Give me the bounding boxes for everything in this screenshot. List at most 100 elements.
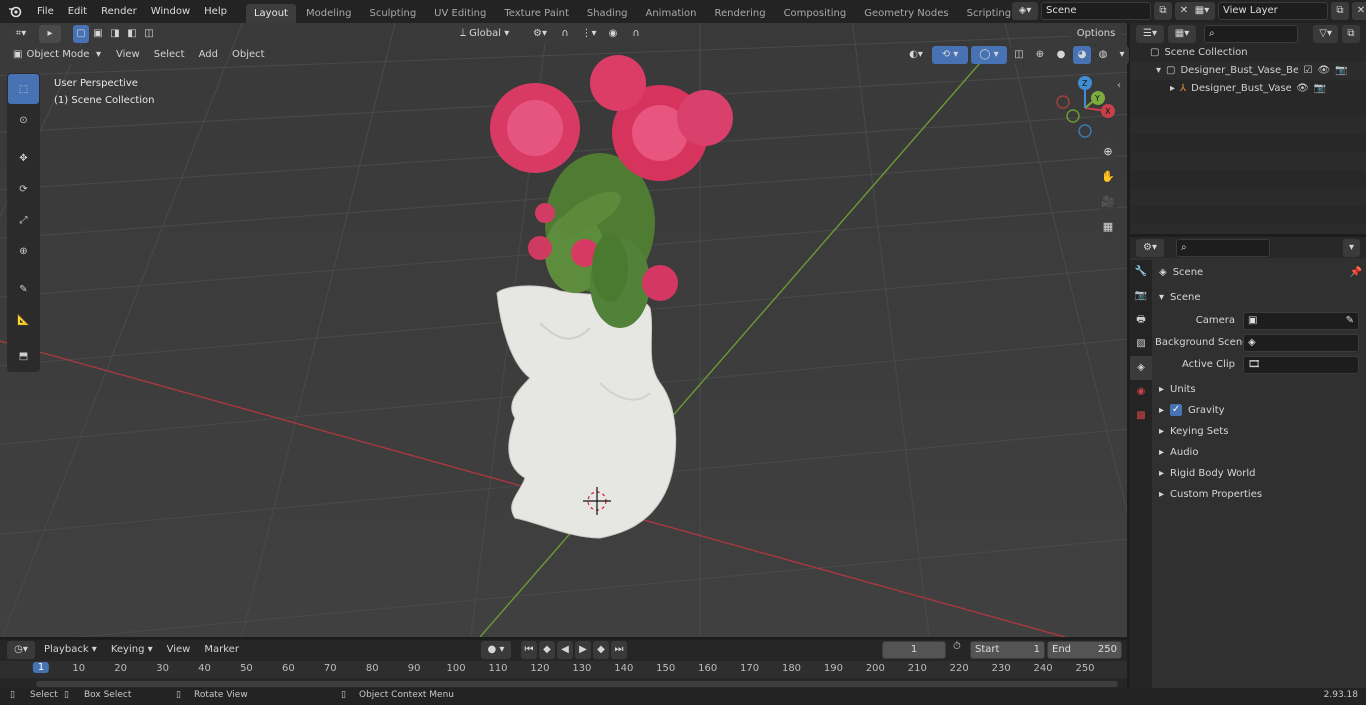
transform-tool-icon[interactable]: ⊕: [8, 236, 39, 266]
panel-rigid-body-world[interactable]: ▸ Rigid Body World: [1155, 463, 1362, 484]
render-tab-icon[interactable]: 📷: [1130, 284, 1152, 308]
menu-marker[interactable]: Marker: [199, 641, 244, 659]
play-reverse-icon[interactable]: ◀: [557, 641, 573, 659]
scale-tool-icon[interactable]: ⤢: [8, 205, 39, 235]
rendered-shading-icon[interactable]: ◍: [1094, 46, 1112, 64]
filter-icon[interactable]: ▽▾: [1313, 24, 1338, 43]
include-checkbox-icon[interactable]: ☑: [1303, 62, 1312, 80]
outliner-row-collection[interactable]: ▾▢ Designer_Bust_Vase_Beige_w ☑ 👁 📷: [1130, 62, 1366, 80]
rotate-tool-icon[interactable]: ⟳: [8, 174, 39, 204]
tab-layout[interactable]: Layout: [245, 3, 296, 23]
select-subtract-icon[interactable]: ◨: [107, 25, 123, 43]
render-camera-icon[interactable]: 📷: [1314, 80, 1326, 98]
scene-browse-icon[interactable]: ◈▾: [1012, 2, 1038, 20]
tab-scripting[interactable]: Scripting: [959, 4, 1019, 23]
sidebar-toggle-icon[interactable]: ‹: [1117, 80, 1121, 91]
end-frame-field[interactable]: End 250: [1047, 641, 1122, 659]
menu-timeline-view[interactable]: View: [162, 641, 196, 659]
menu-object[interactable]: Object: [227, 46, 270, 64]
scene-tab-icon[interactable]: ◈: [1130, 356, 1152, 380]
select-box-tool-icon[interactable]: ⬚: [8, 74, 39, 104]
properties-options-icon[interactable]: ▾: [1342, 238, 1360, 257]
pivot-point-icon[interactable]: ⚙▾: [527, 25, 553, 43]
menu-view[interactable]: View: [111, 46, 145, 64]
add-cube-tool-icon[interactable]: ⬒: [8, 341, 39, 371]
view-layer-name-field[interactable]: View Layer: [1218, 2, 1328, 20]
output-tab-icon[interactable]: 🖶: [1130, 308, 1152, 332]
measure-tool-icon[interactable]: 📐: [8, 305, 39, 335]
timeline-editor-type-icon[interactable]: ◷▾: [7, 641, 35, 659]
jump-start-icon[interactable]: ⏮: [521, 641, 537, 659]
scene-panel-header[interactable]: ▾ Scene: [1155, 287, 1362, 308]
object-mode-dropdown[interactable]: ▣ Object Mode ▾: [7, 46, 107, 64]
tab-compositing[interactable]: Compositing: [776, 4, 855, 23]
play-icon[interactable]: ▶: [575, 641, 591, 659]
select-tool-icon[interactable]: ▸: [39, 25, 61, 43]
transform-orientation-dropdown[interactable]: ⟘ Global ▾: [454, 25, 524, 43]
panel-units[interactable]: ▸ Units: [1155, 379, 1362, 400]
tab-animation[interactable]: Animation: [638, 4, 705, 23]
options-dropdown[interactable]: Options ▾: [1070, 25, 1122, 57]
current-frame-field[interactable]: 1: [882, 641, 946, 659]
menu-add[interactable]: Add: [194, 46, 223, 64]
menu-keying[interactable]: Keying ▾: [106, 641, 158, 659]
camera-view-icon[interactable]: 🎥: [1097, 190, 1119, 212]
snap-target-icon[interactable]: ⋮▾: [577, 25, 601, 43]
navigation-gizmo[interactable]: X Y Z: [1052, 75, 1122, 140]
xray-icon[interactable]: ◫: [1010, 46, 1028, 64]
menu-file[interactable]: File: [30, 1, 61, 23]
scene-name-field[interactable]: Scene: [1041, 2, 1151, 20]
outliner-root-row[interactable]: ▢ Scene Collection: [1130, 44, 1366, 62]
texture-tab-icon[interactable]: ▩: [1130, 404, 1152, 428]
panel-custom-properties[interactable]: ▸ Custom Properties: [1155, 484, 1362, 505]
falloff-icon[interactable]: ∩: [625, 25, 647, 43]
pan-hand-icon[interactable]: ✋: [1097, 165, 1119, 187]
editor-type-icon[interactable]: ⌗▾: [7, 25, 35, 43]
background-scene-field[interactable]: ◈: [1243, 333, 1359, 352]
tab-shading[interactable]: Shading: [579, 4, 636, 23]
view-layer-browse-icon[interactable]: ▦▾: [1189, 2, 1215, 20]
outliner-search-input[interactable]: ⌕: [1204, 24, 1298, 43]
proportional-edit-icon[interactable]: ◉: [604, 25, 622, 43]
overlay-toggle-icon[interactable]: ◯ ▾: [971, 46, 1007, 64]
start-frame-field[interactable]: Start 1: [970, 641, 1045, 659]
world-tab-icon[interactable]: ◉: [1130, 380, 1152, 404]
menu-help[interactable]: Help: [197, 1, 234, 23]
properties-search-input[interactable]: ⌕: [1176, 238, 1270, 257]
record-icon[interactable]: ● ▾: [481, 641, 511, 659]
shading-options-icon[interactable]: ▾: [1115, 46, 1129, 64]
visibility-icon[interactable]: ◐▾: [903, 46, 929, 64]
menu-render[interactable]: Render: [94, 1, 144, 23]
camera-field[interactable]: ▣ ✎: [1243, 311, 1359, 330]
move-tool-icon[interactable]: ✥: [8, 143, 39, 173]
cursor-tool-icon[interactable]: ⊙: [8, 105, 39, 135]
render-camera-icon[interactable]: 📷: [1335, 62, 1347, 80]
solid-shading-icon[interactable]: ●: [1052, 46, 1070, 64]
new-collection-icon[interactable]: ⧉: [1342, 24, 1360, 43]
tab-modeling[interactable]: Modeling: [298, 4, 360, 23]
panel-gravity[interactable]: ▸ ✓ Gravity: [1155, 400, 1362, 421]
active-clip-field[interactable]: 🎞: [1243, 355, 1359, 374]
eye-icon[interactable]: 👁: [1317, 62, 1330, 80]
wireframe-shading-icon[interactable]: ⊕: [1031, 46, 1049, 64]
timeline-scrollbar[interactable]: [36, 681, 1118, 687]
scene-new-icon[interactable]: ⧉: [1154, 2, 1172, 20]
outliner-editor-type-icon[interactable]: ☰▾: [1136, 24, 1164, 43]
display-mode-icon[interactable]: ▦▾: [1168, 24, 1196, 43]
tab-geometry-nodes[interactable]: Geometry Nodes: [856, 4, 956, 23]
panel-audio[interactable]: ▸ Audio: [1155, 442, 1362, 463]
properties-editor-type-icon[interactable]: ⚙▾: [1136, 238, 1164, 257]
jump-end-icon[interactable]: ⏭: [611, 641, 627, 659]
material-shading-icon[interactable]: ◕: [1073, 46, 1091, 64]
view-layer-delete-icon[interactable]: ✕: [1352, 2, 1366, 20]
select-new-icon[interactable]: ▢: [73, 25, 89, 43]
preview-range-icon[interactable]: ⏱: [953, 641, 961, 652]
eye-icon[interactable]: 👁: [1296, 80, 1309, 98]
menu-select[interactable]: Select: [149, 46, 190, 64]
jump-keyframe-back-icon[interactable]: ◆: [539, 641, 555, 659]
select-extend-icon[interactable]: ▣: [90, 25, 106, 43]
3d-viewport[interactable]: [0, 23, 1127, 637]
zoom-icon[interactable]: ⊕: [1097, 140, 1119, 162]
panel-keying-sets[interactable]: ▸ Keying Sets: [1155, 421, 1362, 442]
snap-icon[interactable]: ∩: [556, 25, 574, 43]
